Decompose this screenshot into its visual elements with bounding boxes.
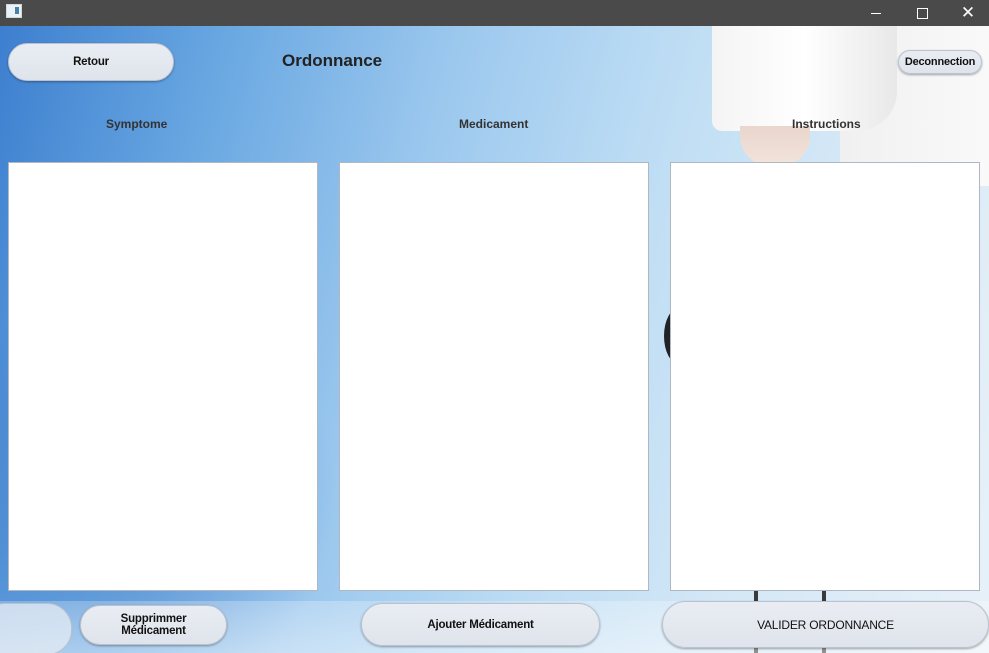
instructions-label: Instructions	[792, 117, 861, 131]
validate-prescription-button[interactable]: VALIDER ORDONNANCE	[662, 601, 989, 648]
add-medication-button[interactable]: Ajouter Médicament	[361, 603, 600, 646]
maximize-button[interactable]	[899, 0, 945, 26]
medicament-list[interactable]	[339, 162, 649, 591]
maximize-icon	[916, 7, 928, 19]
window-titlebar: ✕	[0, 0, 989, 26]
instructions-list[interactable]	[670, 162, 980, 591]
page-title: Ordonnance	[282, 51, 383, 70]
minimize-icon	[871, 12, 881, 14]
app-icon	[6, 4, 22, 18]
symptome-list[interactable]	[8, 162, 318, 591]
remove-medication-button[interactable]: Supprimmer Médicament	[80, 605, 227, 645]
bottom-bar-edge	[0, 603, 72, 653]
background-doctor-hand	[740, 126, 810, 166]
symptome-label: Symptome	[106, 117, 168, 131]
back-button[interactable]: Retour	[8, 43, 174, 81]
main-content: Retour Ordonnance Deconnection Symptome …	[0, 26, 989, 653]
close-icon: ✕	[960, 2, 976, 23]
minimize-button[interactable]	[853, 0, 899, 26]
background-doctor-sleeve	[712, 26, 897, 131]
close-button[interactable]: ✕	[945, 0, 989, 26]
logout-button[interactable]: Deconnection	[898, 50, 982, 74]
medicament-label: Medicament	[459, 117, 529, 131]
